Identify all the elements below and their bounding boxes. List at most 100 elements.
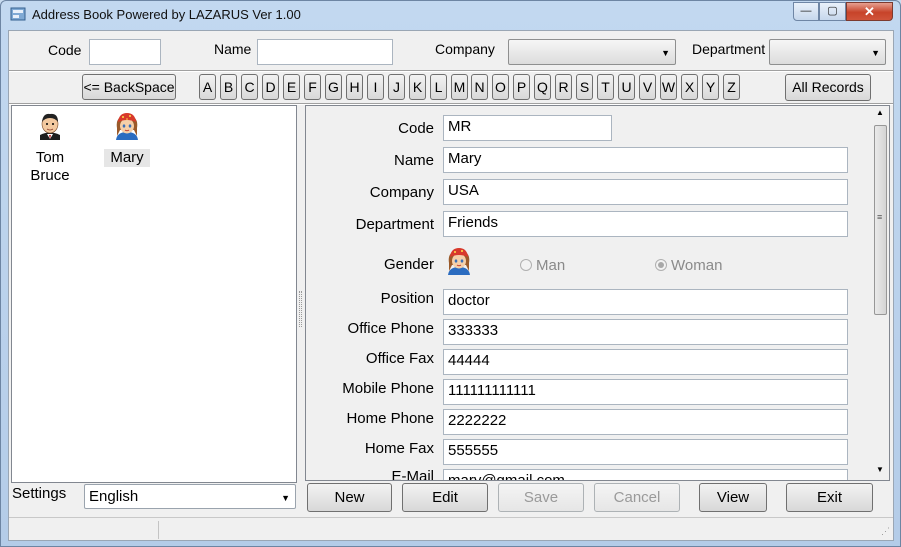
- letter-button-s[interactable]: S: [576, 74, 593, 100]
- chevron-down-icon: ▼: [661, 48, 670, 58]
- letter-button-c[interactable]: C: [241, 74, 258, 100]
- search-department-select[interactable]: ▼: [769, 39, 886, 65]
- gender-man-label: Man: [536, 257, 566, 274]
- woman-avatar-icon: [116, 113, 138, 140]
- letter-button-t[interactable]: T: [597, 74, 614, 100]
- search-name-label: Name: [214, 41, 252, 57]
- letter-button-p[interactable]: P: [513, 74, 530, 100]
- gender-woman-label: Woman: [671, 257, 723, 274]
- contact-surname: Bruce: [30, 167, 70, 184]
- letter-button-u[interactable]: U: [618, 74, 635, 100]
- letter-button-v[interactable]: V: [639, 74, 656, 100]
- divider: [9, 70, 893, 72]
- letter-button-g[interactable]: G: [325, 74, 342, 100]
- window-title: Address Book Powered by LAZARUS Ver 1.00: [32, 7, 301, 22]
- search-code-label: Code: [48, 42, 82, 58]
- resize-grip-icon[interactable]: ⋰: [881, 526, 890, 537]
- detail-name-label: Name: [393, 152, 434, 169]
- letter-button-y[interactable]: Y: [702, 74, 719, 100]
- letter-button-x[interactable]: X: [681, 74, 698, 100]
- detail-mobile-phone-label: Mobile Phone: [342, 380, 434, 397]
- detail-home-fax-label: Home Fax: [364, 440, 434, 457]
- scroll-down-icon[interactable]: ▼: [876, 465, 884, 474]
- edit-button[interactable]: Edit: [402, 483, 488, 512]
- status-panel: [158, 521, 893, 539]
- detail-office-fax-input[interactable]: 44444: [443, 349, 848, 375]
- letter-button-m[interactable]: M: [451, 74, 468, 100]
- search-name-input[interactable]: [257, 39, 393, 65]
- list-item[interactable]: Mary: [104, 110, 150, 167]
- letter-button-k[interactable]: K: [409, 74, 426, 100]
- detail-home-phone-input[interactable]: 2222222: [443, 409, 848, 435]
- contact-name: Mary: [104, 149, 150, 167]
- gender-woman-radio[interactable]: Woman: [655, 257, 722, 274]
- detail-position-input[interactable]: doctor: [443, 289, 848, 315]
- grip-icon: ≡: [877, 212, 883, 222]
- minimize-button[interactable]: —: [793, 2, 819, 21]
- chevron-down-icon: ▼: [871, 48, 880, 58]
- letter-button-h[interactable]: H: [346, 74, 363, 100]
- letter-button-a[interactable]: A: [199, 74, 216, 100]
- scroll-up-icon[interactable]: ▲: [876, 108, 884, 117]
- letter-button-b[interactable]: B: [220, 74, 237, 100]
- detail-home-phone-label: Home Phone: [346, 410, 434, 427]
- radio-selected-icon: [655, 259, 667, 271]
- detail-code-label: Code: [398, 120, 434, 137]
- detail-department-input[interactable]: Friends: [443, 211, 848, 237]
- close-button[interactable]: ✕: [846, 2, 893, 21]
- letter-button-z[interactable]: Z: [723, 74, 740, 100]
- letter-button-w[interactable]: W: [660, 74, 677, 100]
- detail-code-input[interactable]: MR: [443, 115, 612, 141]
- letter-button-d[interactable]: D: [262, 74, 279, 100]
- detail-home-fax-input[interactable]: 555555: [443, 439, 848, 465]
- new-button[interactable]: New: [307, 483, 392, 512]
- letter-button-f[interactable]: F: [304, 74, 321, 100]
- settings-label: Settings: [12, 485, 67, 502]
- backspace-button[interactable]: <= BackSpace: [82, 74, 176, 100]
- splitter-handle[interactable]: [299, 291, 302, 327]
- detail-mobile-phone-input[interactable]: 111111111111: [443, 379, 848, 405]
- detail-company-input[interactable]: USA: [443, 179, 848, 205]
- detail-gender-label: Gender: [383, 256, 434, 273]
- language-value: English: [89, 488, 139, 505]
- radio-icon: [520, 259, 532, 271]
- detail-scrollbar[interactable]: ▲ ≡ ▼: [873, 107, 888, 479]
- letter-button-o[interactable]: O: [492, 74, 509, 100]
- detail-company-label: Company: [369, 184, 434, 201]
- woman-avatar-icon: [448, 248, 470, 275]
- detail-position-label: Position: [380, 290, 434, 307]
- letter-button-l[interactable]: L: [430, 74, 447, 100]
- status-bar: ⋰: [9, 517, 893, 540]
- search-company-select[interactable]: ▼: [508, 39, 676, 65]
- all-records-button[interactable]: All Records: [785, 74, 871, 101]
- search-department-label: Department: [692, 41, 766, 57]
- contact-list[interactable]: Tom Bruce Mary: [11, 105, 297, 483]
- letter-button-r[interactable]: R: [555, 74, 572, 100]
- detail-name-input[interactable]: Mary: [443, 147, 848, 173]
- letter-button-n[interactable]: N: [471, 74, 488, 100]
- save-button[interactable]: Save: [498, 483, 584, 512]
- letter-button-q[interactable]: Q: [534, 74, 551, 100]
- letter-button-e[interactable]: E: [283, 74, 300, 100]
- title-bar[interactable]: Address Book Powered by LAZARUS Ver 1.00…: [1, 1, 900, 29]
- scrollbar-thumb[interactable]: ≡: [874, 125, 887, 315]
- view-button[interactable]: View: [699, 483, 767, 512]
- address-book-icon: [10, 7, 26, 21]
- maximize-button[interactable]: ▢: [819, 2, 846, 21]
- app-window: Address Book Powered by LAZARUS Ver 1.00…: [0, 0, 901, 547]
- contact-detail-panel: Code MR Name Mary Company USA Department…: [305, 105, 890, 481]
- man-avatar-icon: [40, 113, 60, 140]
- detail-office-phone-label: Office Phone: [347, 320, 434, 337]
- main-client-area: Code Name Company ▼ Department ▼ <= Back…: [8, 30, 894, 541]
- detail-email-label: E-Mail: [391, 468, 434, 481]
- detail-office-phone-input[interactable]: 333333: [443, 319, 848, 345]
- letter-button-j[interactable]: J: [388, 74, 405, 100]
- search-code-input[interactable]: [89, 39, 161, 65]
- language-select[interactable]: English ▼: [84, 484, 296, 509]
- cancel-button[interactable]: Cancel: [594, 483, 680, 512]
- letter-button-i[interactable]: I: [367, 74, 384, 100]
- detail-email-input[interactable]: mary@gmail.com: [443, 469, 848, 480]
- exit-button[interactable]: Exit: [786, 483, 873, 512]
- gender-man-radio[interactable]: Man: [520, 257, 565, 274]
- list-item[interactable]: Tom Bruce: [30, 110, 70, 185]
